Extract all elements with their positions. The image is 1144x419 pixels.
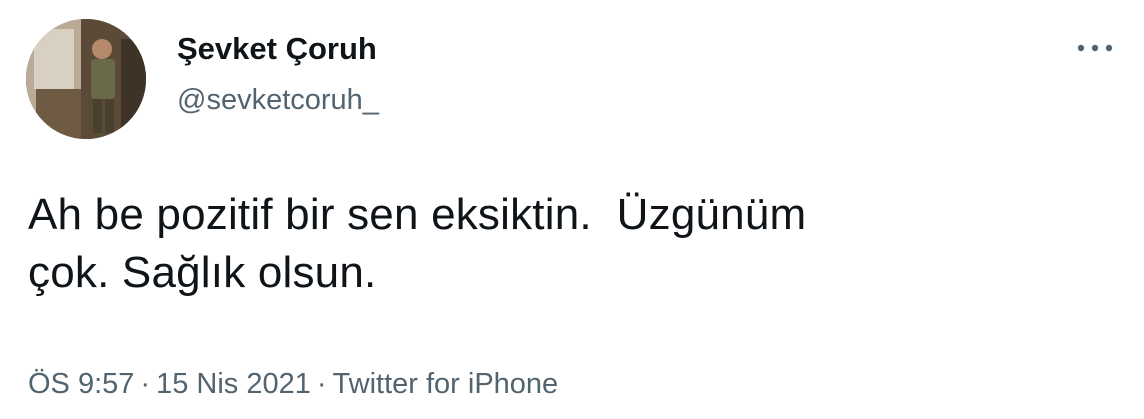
metadata-separator: · (316, 368, 327, 400)
author-handle[interactable]: @sevketcoruh_ (177, 82, 379, 118)
tweet-card: Şevket Çoruh @sevketcoruh_ Ah be pozitif… (0, 0, 1144, 419)
tweet-metadata: ÖS 9:57 · 15 Nis 2021 · Twitter for iPhone (28, 364, 558, 404)
author-display-name[interactable]: Şevket Çoruh (177, 30, 377, 68)
more-options-button[interactable] (1070, 30, 1122, 66)
tweet-time[interactable]: ÖS 9:57 (28, 368, 134, 400)
tweet-date[interactable]: 15 Nis 2021 (156, 368, 311, 400)
avatar-photo (26, 19, 146, 139)
more-horizontal-icon (1077, 44, 1113, 52)
tweet-source[interactable]: Twitter for iPhone (333, 368, 559, 400)
metadata-separator: · (140, 368, 151, 400)
tweet-text: Ah be pozitif bir sen eksiktin. Üzgünüm … (28, 190, 807, 297)
avatar[interactable] (26, 19, 146, 139)
